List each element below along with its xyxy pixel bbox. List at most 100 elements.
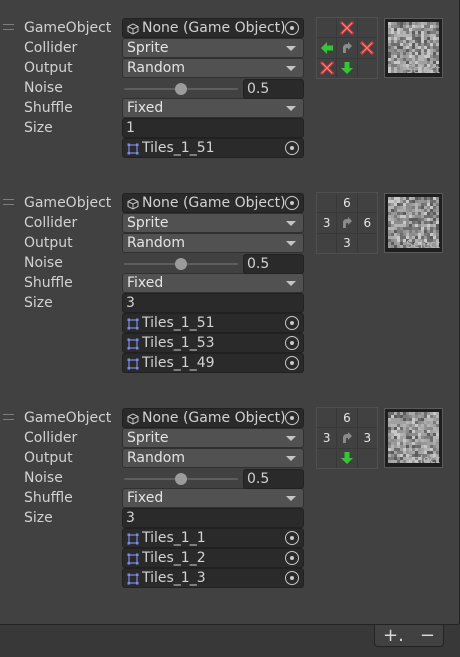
chevron-down-icon [286, 456, 296, 461]
sprite-icon [127, 142, 139, 155]
object-picker-icon[interactable] [285, 571, 299, 585]
gameobject-field[interactable]: None (Game Object) [122, 408, 304, 428]
tile-sprite-field[interactable]: Tiles_1_2 [122, 548, 304, 568]
neighbor-cell[interactable] [337, 428, 357, 448]
object-picker-icon[interactable] [285, 551, 299, 565]
neighbor-cell[interactable] [357, 448, 377, 468]
gameobject-icon [127, 22, 139, 35]
neighbor-cell[interactable] [317, 408, 337, 428]
sprite-preview[interactable]: Select [384, 193, 443, 253]
neighbor-cell[interactable] [317, 448, 337, 468]
neighbor-cell[interactable] [337, 448, 357, 468]
drag-handle[interactable] [3, 199, 14, 205]
collider-label: Collider [24, 215, 78, 231]
arrow-down-icon [340, 451, 354, 465]
output-dropdown[interactable]: Random [122, 233, 304, 253]
drag-handle[interactable] [3, 414, 14, 420]
output-dropdown[interactable]: Random [122, 448, 304, 468]
collider-dropdown[interactable]: Sprite [122, 213, 304, 233]
size-field[interactable]: 3 [122, 293, 304, 313]
add-rule-button[interactable]: +. [383, 626, 404, 645]
object-picker-icon[interactable] [285, 316, 299, 330]
neighbor-cell[interactable]: 6 [357, 213, 377, 233]
neighbor-cell[interactable] [317, 58, 337, 78]
gameobject-field[interactable]: None (Game Object) [122, 18, 304, 38]
tile-sprite-field[interactable]: Tiles_1_1 [122, 528, 304, 548]
noise-slider-thumb[interactable] [175, 83, 187, 95]
neighbor-cell[interactable] [337, 58, 357, 78]
output-label: Output [24, 60, 73, 76]
noise-value-field[interactable]: 0.5 [243, 469, 304, 489]
neighbor-cell[interactable]: 6 [337, 193, 357, 213]
neighbor-cell[interactable] [317, 38, 337, 58]
shuffle-dropdown[interactable]: Fixed [122, 488, 304, 508]
remove-rule-button[interactable]: − [420, 626, 435, 645]
select-label[interactable]: Select [385, 453, 442, 466]
neighbor-cell[interactable]: 3 [357, 428, 377, 448]
noise-slider-thumb[interactable] [175, 258, 187, 270]
select-label[interactable]: Select [385, 63, 442, 76]
tile-sprite-field[interactable]: Tiles_1_49 [122, 353, 304, 373]
size-field[interactable]: 3 [122, 508, 304, 528]
neighbor-cell[interactable] [337, 38, 357, 58]
neighbor-cell[interactable] [337, 18, 357, 38]
collider-dropdown-value: Sprite [127, 215, 169, 231]
collider-label: Collider [24, 430, 78, 446]
neighbor-number: 6 [363, 215, 372, 230]
shuffle-dropdown[interactable]: Fixed [122, 98, 304, 118]
tile-sprite-field[interactable]: Tiles_1_53 [122, 333, 304, 353]
object-picker-icon[interactable] [285, 196, 299, 210]
size-label: Size [24, 120, 53, 136]
noise-value-field[interactable]: 0.5 [243, 254, 304, 274]
neighbor-cell[interactable] [357, 38, 377, 58]
tile-sprite-field[interactable]: Tiles_1_51 [122, 138, 304, 158]
output-dropdown[interactable]: Random [122, 58, 304, 78]
neighbor-cell[interactable] [357, 18, 377, 38]
gameobject-value: None (Game Object) [142, 20, 286, 36]
tile-sprite-value: Tiles_1_2 [142, 550, 206, 566]
neighbor-cell[interactable] [317, 18, 337, 38]
drag-handle[interactable] [3, 24, 14, 30]
arrow-down-icon [340, 61, 354, 75]
gameobject-icon [127, 412, 139, 425]
noise-value-field[interactable]: 0.5 [243, 79, 304, 99]
neighbor-cell[interactable]: 6 [337, 408, 357, 428]
neighbor-cell[interactable]: 3 [317, 213, 337, 233]
output-label: Output [24, 235, 73, 251]
not-this-x-icon [319, 61, 334, 76]
object-picker-icon[interactable] [285, 356, 299, 370]
output-dropdown-value: Random [127, 235, 185, 251]
neighbor-cell[interactable] [357, 193, 377, 213]
size-field[interactable]: 1 [122, 118, 304, 138]
tile-sprite-field[interactable]: Tiles_1_3 [122, 568, 304, 588]
neighbor-cell[interactable] [357, 58, 377, 78]
sprite-preview[interactable]: Select [384, 408, 443, 468]
gameobject-value: None (Game Object) [142, 195, 286, 211]
tile-sprite-field[interactable]: Tiles_1_51 [122, 313, 304, 333]
neighbor-cell[interactable] [317, 233, 337, 253]
collider-dropdown[interactable]: Sprite [122, 38, 304, 58]
select-label[interactable]: Select [385, 238, 442, 251]
shuffle-dropdown[interactable]: Fixed [122, 273, 304, 293]
chevron-down-icon [286, 66, 296, 71]
collider-dropdown[interactable]: Sprite [122, 428, 304, 448]
not-this-x-icon [339, 20, 354, 35]
object-picker-icon[interactable] [285, 411, 299, 425]
neighbor-rule-grid [316, 17, 378, 79]
neighbor-cell[interactable] [317, 193, 337, 213]
object-picker-icon[interactable] [285, 336, 299, 350]
neighbor-cell[interactable]: 3 [337, 233, 357, 253]
object-picker-icon[interactable] [285, 141, 299, 155]
neighbor-cell[interactable] [357, 233, 377, 253]
neighbor-cell[interactable] [337, 213, 357, 233]
rotate-icon [340, 41, 354, 55]
neighbor-cell[interactable] [357, 408, 377, 428]
object-picker-icon[interactable] [285, 531, 299, 545]
sprite-preview[interactable]: Select [384, 18, 443, 78]
gameobject-field[interactable]: None (Game Object) [122, 193, 304, 213]
neighbor-cell[interactable]: 3 [317, 428, 337, 448]
object-picker-icon[interactable] [285, 21, 299, 35]
sprite-icon [127, 357, 139, 370]
size-label: Size [24, 295, 53, 311]
noise-slider-thumb[interactable] [175, 473, 187, 485]
